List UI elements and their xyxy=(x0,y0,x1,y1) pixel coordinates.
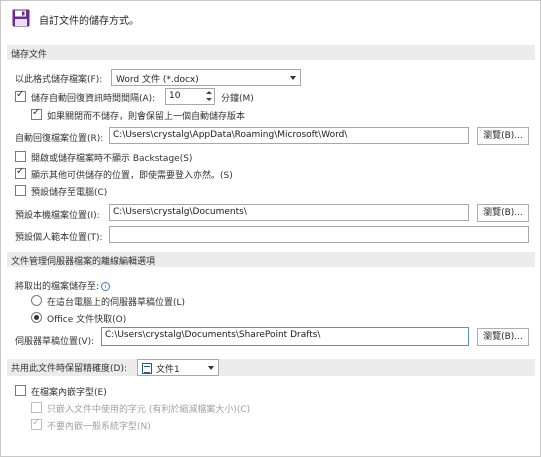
word-document-icon xyxy=(142,363,152,374)
office-cache-radio[interactable] xyxy=(31,312,42,323)
embed-fonts-checkbox[interactable] xyxy=(15,385,26,396)
chevron-down-icon xyxy=(208,366,214,370)
autorecover-checkbox[interactable] xyxy=(15,89,26,102)
autorecover-minutes-value: 10 xyxy=(169,91,181,101)
embed-used-chars-label: 只嵌入文件中使用的字元 (有利於縮減檔案大小)(C) xyxy=(47,405,251,415)
spinner-icon[interactable] xyxy=(204,89,214,104)
save-floppy-icon xyxy=(12,9,30,27)
section-title: 儲存文件 xyxy=(11,50,48,60)
fidelity-document-dropdown[interactable]: 文件1 xyxy=(137,359,219,376)
keep-last-autosave-label: 如果關閉而不儲存，則會保留上一個自動儲存版本 xyxy=(47,112,246,122)
server-drafts-label: 在這台電腦上的伺服器草稿位置(L) xyxy=(47,298,186,308)
section-title: 共用此文件時保留精確度(D): xyxy=(11,364,127,374)
save-to-computer-label: 預設儲存至電腦(C) xyxy=(31,188,108,198)
show-additional-places-label: 顯示其他可供儲存的位置，即使需要登入亦然。(S) xyxy=(31,171,233,181)
autorecover-location-label: 自動回復檔案位置(R): xyxy=(15,134,104,144)
format-value: Word 文件 (*.docx) xyxy=(116,75,199,85)
no-common-fonts-label: 不要內嵌一般系統字型(N) xyxy=(47,422,151,432)
autorecover-minutes-input[interactable]: 10 xyxy=(165,88,215,105)
embed-fonts-label: 在檔案內嵌字型(E) xyxy=(31,388,107,398)
save-to-computer-checkbox[interactable] xyxy=(15,185,26,196)
keep-last-autosave-checkbox[interactable] xyxy=(31,107,42,120)
drafts-location-input[interactable]: C:\Users\crystalg\Documents\SharePoint D… xyxy=(101,327,469,346)
minutes-label: 分鐘(M) xyxy=(221,94,254,104)
autorecover-label: 儲存自動回復資訊時間間隔(A): xyxy=(31,94,156,104)
save-checkout-label: 將取出的檔案儲存至: i xyxy=(15,279,111,292)
format-label: 以此格式儲存檔案(F): xyxy=(15,75,103,85)
save-checkout-text: 將取出的檔案儲存至: xyxy=(15,282,100,292)
info-icon[interactable]: i xyxy=(101,282,111,291)
default-template-label: 預設個人範本位置(T): xyxy=(15,233,103,243)
page-title: 自訂文件的儲存方式。 xyxy=(39,16,139,27)
show-additional-places-checkbox[interactable] xyxy=(15,166,26,179)
options-pane: 自訂文件的儲存方式。 儲存文件 以此格式儲存檔案(F): Word 文件 (*.… xyxy=(0,0,541,457)
server-drafts-radio[interactable] xyxy=(31,295,42,306)
embed-used-chars-checkbox[interactable] xyxy=(31,402,42,413)
no-backstage-label: 開啟或儲存檔案時不顯示 Backstage(S) xyxy=(31,154,193,164)
section-title: 文件管理伺服器檔案的離線編輯選項 xyxy=(11,257,156,267)
browse-local-button[interactable]: 瀏覽(B)... xyxy=(477,204,529,222)
drafts-location-label: 伺服器草稿位置(V): xyxy=(15,337,95,347)
browse-autorecover-button[interactable]: 瀏覽(B)... xyxy=(477,127,529,145)
no-common-fonts-checkbox[interactable] xyxy=(31,417,42,430)
default-local-input[interactable]: C:\Users\crystalg\Documents\ xyxy=(109,204,469,221)
default-template-input[interactable] xyxy=(109,226,529,243)
section-header-server: 文件管理伺服器檔案的離線編輯選項 xyxy=(7,252,535,267)
default-local-label: 預設本機檔案位置(I): xyxy=(15,211,100,221)
browse-drafts-button[interactable]: 瀏覽(B)... xyxy=(477,328,529,346)
section-header-save: 儲存文件 xyxy=(7,45,535,60)
format-dropdown[interactable]: Word 文件 (*.docx) xyxy=(111,69,301,86)
office-cache-label: Office 文件快取(O) xyxy=(47,315,127,325)
section-header-fidelity: 共用此文件時保留精確度(D): xyxy=(7,359,535,376)
fidelity-document-value: 文件1 xyxy=(156,365,180,375)
autorecover-location-input[interactable]: C:\Users\crystalg\AppData\Roaming\Micros… xyxy=(109,127,469,144)
no-backstage-checkbox[interactable] xyxy=(15,151,26,162)
chevron-down-icon xyxy=(290,76,296,80)
